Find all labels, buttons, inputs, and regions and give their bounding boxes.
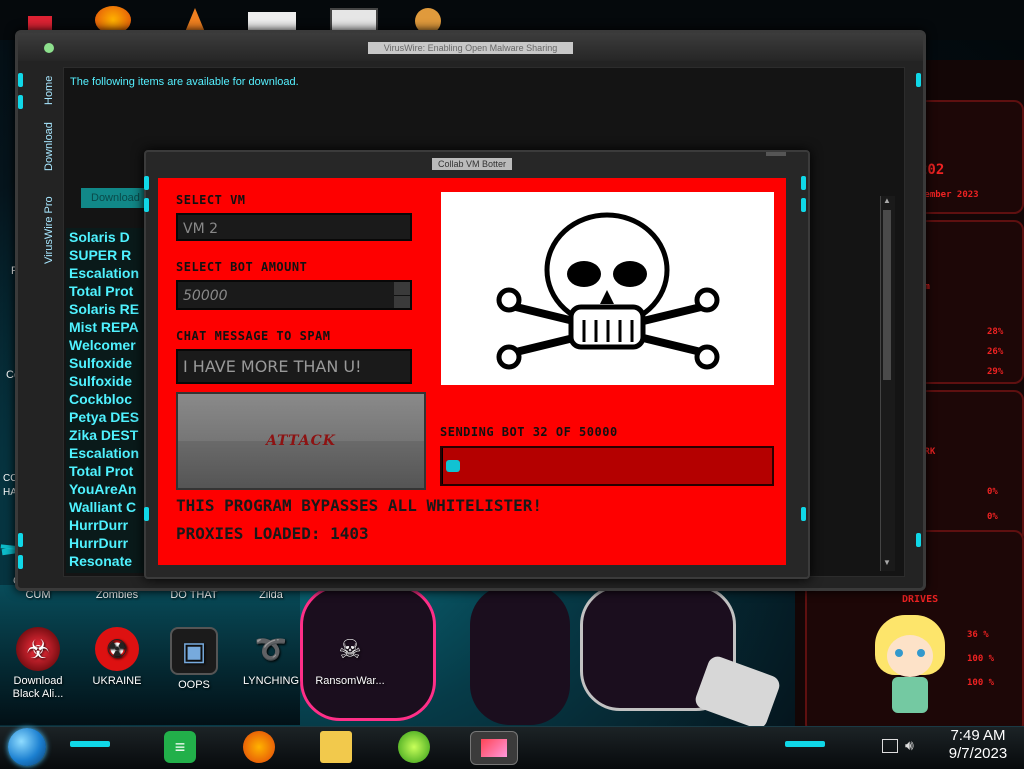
desktop-icon-label: RansomWar... xyxy=(315,675,384,687)
window-title: Collab VM Botter xyxy=(432,158,512,170)
desktop-icon-ukraine[interactable]: ☢ UKRAINE xyxy=(82,627,152,688)
bot-amount-label: SELECT BOT AMOUNT xyxy=(176,260,307,274)
chat-message-input[interactable]: I HAVE MORE THAN U! xyxy=(176,349,412,384)
minimize-button[interactable] xyxy=(766,152,786,156)
window-titlebar[interactable]: VirusWire: Enabling Open Malware Sharing xyxy=(18,33,923,61)
volume-icon[interactable]: 🔊︎ xyxy=(905,737,914,754)
wallpaper-figure xyxy=(470,585,570,725)
gadget-value: 29% xyxy=(987,367,1003,377)
frame-accent xyxy=(144,198,149,212)
gadget-date: tember 2023 xyxy=(919,190,979,200)
frame-accent xyxy=(18,73,23,87)
tab-download[interactable]: Download xyxy=(38,115,60,179)
file-explorer-icon[interactable] xyxy=(320,731,352,763)
gadget-value: 36 % xyxy=(967,630,989,640)
network-icon[interactable] xyxy=(882,739,898,753)
desktop-icon-label: LYNCHING xyxy=(243,675,299,687)
gadget-panel-system: em 28% 26% 29% xyxy=(915,220,1024,384)
skull-image xyxy=(441,192,774,385)
attack-button[interactable]: ATTACK xyxy=(176,392,426,490)
firefox-icon[interactable] xyxy=(243,731,275,763)
frame-accent xyxy=(801,198,806,212)
sheets-icon[interactable]: ≡ xyxy=(164,731,196,763)
clock-date: 9/7/2023 xyxy=(938,745,1018,763)
tab-viruswire-pro[interactable]: VirusWire Pro xyxy=(38,181,60,279)
desktop-icon-ransomware[interactable]: ☠ RansomWar... xyxy=(315,627,385,688)
botter-panel: SELECT VM VM 2 SELECT BOT AMOUNT 50000 C… xyxy=(158,178,786,565)
gadget-panel-clock: 202 tember 2023 xyxy=(915,100,1024,214)
skull-crossbones-icon xyxy=(441,192,774,385)
tab-home[interactable]: Home xyxy=(38,67,60,113)
desktop-icon-label: OOPS xyxy=(178,679,210,691)
desktop-icon-download-black-ali[interactable]: ☣ Download Black Ali... xyxy=(3,627,73,701)
frame-accent xyxy=(801,176,806,190)
app-icon xyxy=(44,43,54,53)
radiation-icon: ☢ xyxy=(95,627,139,671)
gadget-value: 100 % xyxy=(967,678,994,688)
media-icon[interactable] xyxy=(470,731,518,765)
gadget-value: 26% xyxy=(987,347,1003,357)
start-button[interactable] xyxy=(8,728,46,766)
frame-accent xyxy=(18,555,23,569)
scroll-thumb[interactable] xyxy=(883,210,891,380)
monitor-icon: ▣ xyxy=(170,627,218,675)
side-tabs: Home Download VirusWire Pro xyxy=(38,67,60,279)
select-vm-label: SELECT VM xyxy=(176,193,246,207)
bot-progress-bar xyxy=(440,446,774,486)
window-titlebar[interactable]: Collab VM Botter xyxy=(146,152,808,174)
frame-accent xyxy=(916,533,921,547)
frame-accent xyxy=(801,507,806,521)
scroll-down-arrow[interactable]: ▼ xyxy=(883,558,893,568)
collab-vm-botter-window: Collab VM Botter SELECT VM VM 2 SELECT B… xyxy=(144,150,810,579)
desktop-icon-label: Download Black Ali... xyxy=(13,675,64,700)
alien-icon: ☣ xyxy=(16,627,60,671)
frame-accent xyxy=(144,507,149,521)
vertical-scrollbar[interactable]: ▲ ▼ xyxy=(880,196,895,571)
bypass-text: THIS PROGRAM BYPASSES ALL WHITELISTER! xyxy=(176,496,542,515)
stepper-down-button[interactable] xyxy=(394,296,410,308)
desktop-icon-label: UKRAINE xyxy=(93,675,142,687)
bot-status-text: SENDING BOT 32 OF 50000 xyxy=(440,425,618,439)
frame-accent xyxy=(18,533,23,547)
lime-icon[interactable] xyxy=(398,731,430,763)
bot-amount-value: 50000 xyxy=(183,288,228,304)
frame-accent xyxy=(916,73,921,87)
gadget-label: DRIVES xyxy=(902,594,938,605)
gadget-panel-network: ORK 0% 0% 0% xyxy=(915,390,1024,544)
taskbar-accent xyxy=(70,741,110,747)
clock-time: 7:49 AM xyxy=(938,727,1018,745)
taskbar-accent xyxy=(785,741,825,747)
download-header: The following items are available for do… xyxy=(70,76,299,88)
gadget-value: 0% xyxy=(987,512,998,522)
cartoon-character xyxy=(865,605,955,715)
scroll-up-arrow[interactable]: ▲ xyxy=(883,196,893,206)
frame-accent xyxy=(18,95,23,109)
select-vm-dropdown[interactable]: VM 2 xyxy=(176,213,412,241)
proxies-text: PROXIES LOADED: 1403 xyxy=(176,524,369,543)
progress-indicator xyxy=(446,460,460,472)
taskbar-clock[interactable]: 7:49 AM 9/7/2023 xyxy=(938,727,1018,763)
desktop-icon-lynching[interactable]: ➰ LYNCHING xyxy=(236,627,306,688)
bot-amount-stepper[interactable]: 50000 xyxy=(176,280,412,310)
desktop-icon-oops[interactable]: ▣ OOPS xyxy=(159,627,229,692)
chat-message-label: CHAT MESSAGE TO SPAM xyxy=(176,329,331,343)
gadget-value: 28% xyxy=(987,327,1003,337)
window-title: VirusWire: Enabling Open Malware Sharing xyxy=(368,42,573,54)
frame-accent xyxy=(144,176,149,190)
stepper-up-button[interactable] xyxy=(394,282,410,296)
gadget-value: 0% xyxy=(987,487,998,497)
skull-icon: ☠ xyxy=(328,627,372,671)
gadget-value: 100 % xyxy=(967,654,994,664)
rope-icon: ➰ xyxy=(249,627,293,671)
wallpaper-shoe xyxy=(693,654,782,731)
